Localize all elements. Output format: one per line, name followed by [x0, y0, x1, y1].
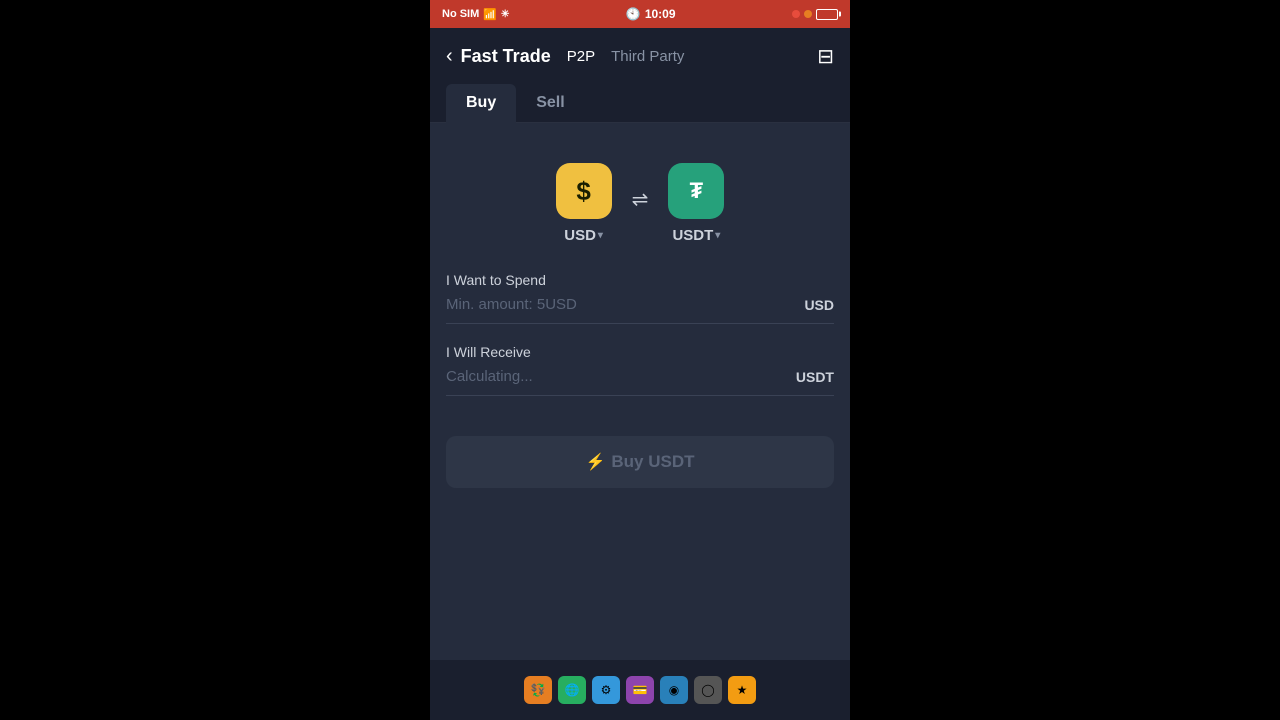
bottom-bar: 💱 🌐 ⚙ 💳 ◉ ◯ ★ — [430, 660, 850, 720]
main-content: $ USD ▾ ⇌ ₮ USDT ▾ I Want to Spend — [430, 123, 850, 660]
header: ‹ Fast Trade P2P Third Party ⊟ — [430, 28, 850, 84]
chevron-down-icon: ▾ — [598, 230, 603, 241]
menu-icon[interactable]: ⊟ — [817, 44, 834, 69]
spend-field-group: I Want to Spend USD — [446, 272, 834, 324]
usdt-icon: ₮ — [668, 163, 724, 219]
tab-buy[interactable]: Buy — [446, 84, 516, 122]
usd-label: USD ▾ — [564, 227, 603, 244]
battery-icon — [816, 9, 838, 20]
dock-icon-7[interactable]: ★ — [728, 676, 756, 704]
to-currency-item[interactable]: ₮ USDT ▾ — [668, 163, 724, 244]
usdt-symbol: ₮ — [690, 180, 703, 202]
buy-usdt-button[interactable]: ⚡ Buy USDT — [446, 436, 834, 488]
dock-icon-1[interactable]: 💱 — [524, 676, 552, 704]
spend-input[interactable] — [446, 296, 804, 313]
receive-field-group: I Will Receive USDT — [446, 344, 834, 396]
receive-currency: USDT — [796, 369, 834, 385]
swap-icon[interactable]: ⇌ — [632, 187, 649, 212]
nav-third-party[interactable]: Third Party — [611, 48, 684, 65]
spend-label: I Want to Spend — [446, 272, 834, 288]
usd-icon: $ — [556, 163, 612, 219]
tab-sell[interactable]: Sell — [516, 84, 584, 122]
dock-icon-4[interactable]: 💳 — [626, 676, 654, 704]
page-title: Fast Trade — [461, 46, 551, 67]
status-right — [792, 9, 838, 20]
usd-symbol: $ — [576, 176, 590, 207]
receive-input-row: USDT — [446, 368, 834, 396]
dock-icon-2[interactable]: 🌐 — [558, 676, 586, 704]
status-bar: No SIM 📶 ✳ 🕙 10:09 — [430, 0, 850, 28]
dock-icon-5[interactable]: ◉ — [660, 676, 688, 704]
tabs: Buy Sell — [430, 84, 850, 123]
dot-orange — [804, 10, 812, 18]
status-center: 🕙 10:09 — [626, 7, 676, 21]
carrier-text: No SIM — [442, 8, 479, 20]
spend-input-row: USD — [446, 296, 834, 324]
battery-fill — [818, 11, 824, 18]
header-nav: P2P Third Party — [567, 48, 818, 65]
currency-selector: $ USD ▾ ⇌ ₮ USDT ▾ — [446, 147, 834, 252]
status-left: No SIM 📶 ✳ — [442, 8, 509, 21]
lightning-icon: ⚡ — [585, 452, 605, 472]
signal-icon: ✳ — [501, 9, 509, 20]
usdt-label: USDT ▾ — [672, 227, 720, 244]
nav-p2p[interactable]: P2P — [567, 48, 595, 65]
dock-icon-6[interactable]: ◯ — [694, 676, 722, 704]
dock-icon-3[interactable]: ⚙ — [592, 676, 620, 704]
clock-icon: 🕙 — [626, 7, 641, 21]
spend-currency: USD — [804, 297, 834, 313]
buy-button-label: Buy USDT — [611, 452, 694, 472]
receive-input[interactable] — [446, 368, 796, 385]
from-currency-item[interactable]: $ USD ▾ — [556, 163, 612, 244]
dot-red — [792, 10, 800, 18]
receive-label: I Will Receive — [446, 344, 834, 360]
chevron-down-icon-2: ▾ — [715, 230, 720, 241]
back-button[interactable]: ‹ — [446, 45, 453, 68]
time-text: 10:09 — [645, 7, 676, 21]
wifi-icon: 📶 — [483, 8, 497, 21]
